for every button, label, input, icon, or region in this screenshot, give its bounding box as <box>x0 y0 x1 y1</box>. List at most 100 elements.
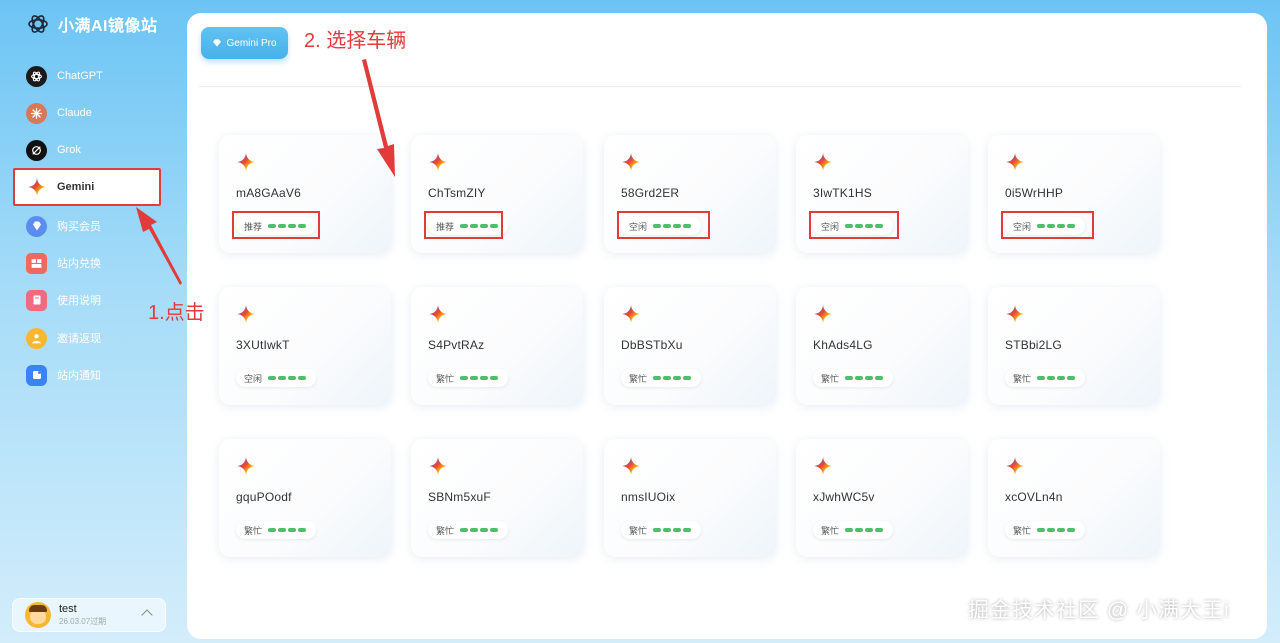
exchange-icon <box>26 252 47 274</box>
sidebar-item-invite[interactable]: 邀请返现 <box>26 326 101 350</box>
car-card[interactable]: xJwhWC5v 繁忙 <box>796 439 968 557</box>
car-name: DbBSTbXu <box>621 338 683 352</box>
gemini-icon <box>428 304 448 324</box>
load-bars <box>268 376 308 380</box>
brand[interactable]: 小满AI镜像站 <box>26 12 158 36</box>
openai-logo-icon <box>28 15 48 33</box>
status-label: 繁忙 <box>1013 525 1032 536</box>
sidebar-item-label: Gemini <box>57 181 95 193</box>
gemini-icon <box>236 456 256 476</box>
car-card[interactable]: mA8GAaV6 推荐 <box>219 135 391 253</box>
sidebar-item-label: ChatGPT <box>57 70 103 82</box>
car-name: mA8GAaV6 <box>236 186 301 200</box>
claude-icon <box>26 102 47 124</box>
load-bars <box>653 528 693 532</box>
car-name: KhAds4LG <box>813 338 873 352</box>
car-name: xcOVLn4n <box>1005 490 1063 504</box>
car-card[interactable]: SBNm5xuF 繁忙 <box>411 439 583 557</box>
divider <box>199 86 1241 87</box>
status-label: 繁忙 <box>821 373 840 384</box>
gemini-icon <box>1005 456 1025 476</box>
car-card[interactable]: KhAds4LG 繁忙 <box>796 287 968 405</box>
car-card[interactable]: nmsIUOix 繁忙 <box>604 439 776 557</box>
tab-label: Gemini Pro <box>226 37 277 49</box>
status-badge: 繁忙 <box>621 369 702 387</box>
chatgpt-icon <box>26 65 47 87</box>
car-card[interactable]: ChTsmZIY 推荐 <box>411 135 583 253</box>
sidebar-item-label: Grok <box>57 144 81 156</box>
status-badge: 繁忙 <box>621 521 702 539</box>
status-badge: 繁忙 <box>1005 369 1086 387</box>
chevron-up-icon[interactable] <box>141 609 153 621</box>
car-name: 3XUtIwkT <box>236 338 290 352</box>
car-card[interactable]: 3XUtIwkT 空闲 <box>219 287 391 405</box>
car-card[interactable]: gquPOodf 繁忙 <box>219 439 391 557</box>
status-label: 繁忙 <box>436 373 455 384</box>
gemini-icon <box>236 304 256 324</box>
user-name: test <box>59 603 77 615</box>
book-icon <box>26 289 47 311</box>
sidebar-item-notice[interactable]: 站内通知 <box>26 363 101 387</box>
car-card[interactable]: S4PvtRAz 繁忙 <box>411 287 583 405</box>
status-badge: 繁忙 <box>813 369 894 387</box>
sidebar-item-chatgpt[interactable]: ChatGPT <box>26 64 103 88</box>
car-card[interactable]: DbBSTbXu 繁忙 <box>604 287 776 405</box>
load-bars <box>1037 376 1077 380</box>
annotation-step1: 1.点击 <box>148 302 205 324</box>
gemini-icon <box>621 152 641 172</box>
car-name: 3IwTK1HS <box>813 186 872 200</box>
annotation-step2: 2. 选择车辆 <box>304 30 407 52</box>
gemini-icon <box>26 177 47 198</box>
status-badge: 繁忙 <box>428 521 509 539</box>
sidebar-item-label: 站内兑换 <box>57 258 101 270</box>
gemini-icon <box>813 304 833 324</box>
diamond-icon <box>213 39 222 47</box>
sidebar-item-claude[interactable]: Claude <box>26 101 92 125</box>
gemini-icon <box>621 304 641 324</box>
grok-icon <box>26 139 47 161</box>
notice-icon <box>26 364 47 386</box>
car-name: ChTsmZIY <box>428 186 486 200</box>
sidebar-item-label: 站内通知 <box>57 370 101 382</box>
gemini-icon <box>428 152 448 172</box>
status-badge: 繁忙 <box>1005 521 1086 539</box>
gemini-icon <box>813 456 833 476</box>
user-card[interactable]: test 26.03.07过期 <box>12 598 166 632</box>
status-label: 繁忙 <box>629 525 648 536</box>
sidebar-item-buy-membership[interactable]: 购买会员 <box>26 214 101 238</box>
load-bars <box>460 528 500 532</box>
status-label: 繁忙 <box>629 373 648 384</box>
load-bars <box>845 528 885 532</box>
main-panel: Gemini Pro mA8GAaV6 推荐 ChTsmZIY 推荐 58Grd2ER 空… <box>187 13 1267 639</box>
status-label: 繁忙 <box>436 525 455 536</box>
status-badge: 空闲 <box>236 369 317 387</box>
car-card[interactable]: 58Grd2ER 空闲 <box>604 135 776 253</box>
car-card[interactable]: STBbi2LG 繁忙 <box>988 287 1160 405</box>
diamond-icon <box>26 215 47 237</box>
car-name: nmsIUOix <box>621 490 676 504</box>
sidebar-item-label: 购买会员 <box>57 221 101 233</box>
sidebar-item-gemini[interactable]: Gemini <box>26 175 94 199</box>
sidebar-item-guide[interactable]: 使用说明 <box>26 288 101 312</box>
car-name: S4PvtRAz <box>428 338 485 352</box>
annotation-highlight-box <box>424 211 503 239</box>
user-expire-date: 26.03.07过期 <box>59 617 107 626</box>
car-name: xJwhWC5v <box>813 490 875 504</box>
car-name: 58Grd2ER <box>621 186 680 200</box>
gemini-icon <box>621 456 641 476</box>
tab-gemini-pro[interactable]: Gemini Pro <box>201 27 288 59</box>
sidebar-item-label: 邀请返现 <box>57 333 101 345</box>
car-name: SBNm5xuF <box>428 490 491 504</box>
sidebar-item-grok[interactable]: Grok <box>26 138 81 162</box>
sidebar-item-redeem[interactable]: 站内兑换 <box>26 251 101 275</box>
car-name: 0i5WrHHP <box>1005 186 1064 200</box>
car-card[interactable]: 0i5WrHHP 空闲 <box>988 135 1160 253</box>
load-bars <box>1037 528 1077 532</box>
status-label: 繁忙 <box>1013 373 1032 384</box>
car-card[interactable]: xcOVLn4n 繁忙 <box>988 439 1160 557</box>
watermark: 掘金技术社区 @ 小满大王i <box>968 599 1230 622</box>
status-badge: 繁忙 <box>236 521 317 539</box>
car-card[interactable]: 3IwTK1HS 空闲 <box>796 135 968 253</box>
load-bars <box>653 376 693 380</box>
status-badge: 繁忙 <box>428 369 509 387</box>
